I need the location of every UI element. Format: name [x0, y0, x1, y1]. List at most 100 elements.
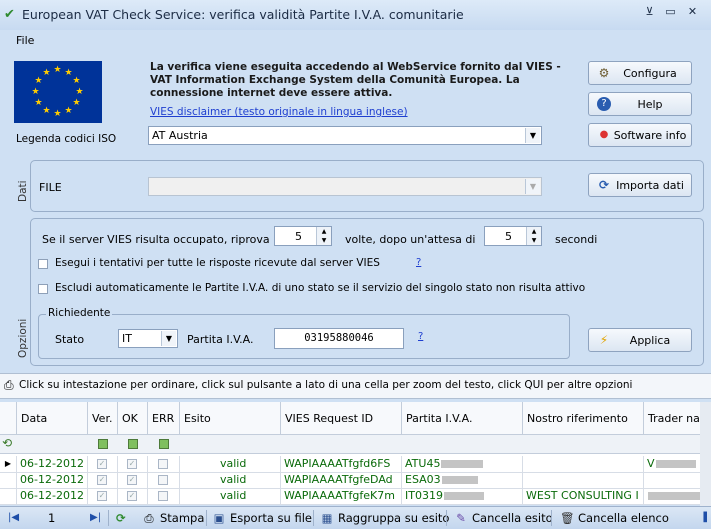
- stepper-up-icon[interactable]: ▲: [526, 227, 541, 236]
- ok-checkbox[interactable]: ✓: [127, 491, 137, 501]
- info-dot-icon: ●: [599, 129, 609, 140]
- stepper-down-icon[interactable]: ▼: [526, 236, 541, 245]
- settings-icon: ⚙: [598, 66, 610, 80]
- country-select-value: AT Austria: [152, 129, 208, 142]
- results-grid: Data Ver. OK ERR Esito VIES Request ID P…: [0, 402, 711, 505]
- app-check-icon: ✔: [4, 7, 15, 22]
- dati-group-label: Dati: [17, 180, 29, 202]
- partita-help-link[interactable]: ?: [418, 331, 423, 342]
- table-row[interactable]: 06-12-2012 ✓ ✓ valid WAPIAAAATfgfeK7m IT…: [0, 488, 711, 505]
- bottom-toolbar: |◀ 1 ▶| ⟳ ⎙ Stampa ▣ Esporta su file ▦ Ragg…: [0, 506, 711, 529]
- filter-err-checkbox[interactable]: [159, 439, 169, 449]
- err-checkbox[interactable]: [158, 459, 168, 469]
- wait-seconds-stepper[interactable]: 5 ▲ ▼: [484, 226, 542, 246]
- toolbar-divider: [313, 510, 314, 526]
- filter-ok-checkbox[interactable]: [128, 439, 138, 449]
- cancella-esito-button[interactable]: ✎ Cancella esito: [454, 511, 553, 525]
- filter-ver-checkbox[interactable]: [98, 439, 108, 449]
- redacted-block: [648, 492, 704, 500]
- option2-label: Escludi automaticamente le Partite I.V.A…: [55, 282, 586, 294]
- refresh-icon[interactable]: ⟳: [116, 511, 126, 525]
- help-icon: ?: [597, 97, 611, 111]
- stepper-down-icon[interactable]: ▼: [316, 236, 331, 245]
- column-header-riferimento[interactable]: Nostro riferimento: [523, 402, 644, 434]
- option2-checkbox[interactable]: [38, 284, 48, 294]
- page-number[interactable]: 1: [48, 511, 55, 525]
- column-header-esito[interactable]: Esito: [180, 402, 281, 434]
- toolbar-divider: [108, 510, 109, 526]
- country-select[interactable]: AT Austria ▼: [148, 126, 542, 145]
- stampa-button[interactable]: ⎙ Stampa: [142, 511, 204, 526]
- vertical-scrollbar[interactable]: [700, 402, 711, 506]
- table-row[interactable]: 06-12-2012 ✓ ✓ valid WAPIAAAATfgfeDAd ES…: [0, 472, 711, 489]
- retry-suffix-label: secondi: [555, 233, 598, 246]
- column-header-ver[interactable]: Ver.: [88, 402, 118, 434]
- filter-row: ⟲: [0, 434, 711, 454]
- software-info-button[interactable]: ● Software info: [588, 123, 692, 147]
- retry-prefix-label: Se il server VIES risulta occupato, ripr…: [42, 233, 270, 246]
- vies-disclaimer-link[interactable]: VIES disclaimer (testo originale in ling…: [150, 106, 408, 118]
- chevron-down-icon[interactable]: ▼: [525, 128, 540, 143]
- err-checkbox[interactable]: [158, 491, 168, 501]
- column-header-data[interactable]: Data: [17, 402, 88, 434]
- ver-checkbox[interactable]: ✓: [97, 459, 107, 469]
- partita-iva-label: Partita I.V.A.: [187, 333, 254, 346]
- redacted-block: [443, 492, 484, 500]
- first-page-icon[interactable]: |◀: [8, 512, 19, 523]
- grid-info-bar[interactable]: ⎙ Click su intestazione per ordinare, cl…: [0, 373, 711, 399]
- row-indicator-header: [0, 402, 17, 434]
- lightning-icon: ⚡: [599, 333, 609, 347]
- toolbar-divider: [551, 510, 552, 526]
- partita-iva-input[interactable]: 03195880046: [274, 328, 404, 349]
- importa-dati-button[interactable]: ⟳ Importa dati: [588, 173, 692, 197]
- menu-file[interactable]: File: [16, 34, 34, 47]
- stato-label: Stato: [55, 333, 85, 346]
- retry-middle-label: volte, dopo un'attesa di: [345, 233, 476, 246]
- option1-help-link[interactable]: ?: [416, 257, 421, 268]
- file-select[interactable]: ▼: [148, 177, 542, 196]
- trash-icon: 🗑: [560, 511, 575, 525]
- printer-icon: ⎙: [144, 511, 154, 525]
- redacted-block: [441, 460, 484, 468]
- help-button[interactable]: ? Help: [588, 92, 692, 116]
- ver-checkbox[interactable]: ✓: [97, 475, 107, 485]
- last-page-icon[interactable]: ▶|: [90, 512, 101, 523]
- column-header-ok[interactable]: OK: [118, 402, 148, 434]
- cancella-elenco-button[interactable]: 🗑 Cancella elenco: [560, 511, 669, 525]
- column-header-err[interactable]: ERR: [148, 402, 180, 434]
- stepper-up-icon[interactable]: ▲: [316, 227, 331, 236]
- opzioni-group-label: Opzioni: [17, 318, 29, 358]
- toolbar-divider: [446, 510, 447, 526]
- filter-refresh-icon[interactable]: ⟲: [2, 436, 12, 450]
- ver-checkbox[interactable]: ✓: [97, 491, 107, 501]
- vies-description: La verifica viene eseguita accedendo al …: [150, 61, 561, 99]
- ok-checkbox[interactable]: ✓: [127, 475, 137, 485]
- current-row-icon: ▶: [0, 456, 17, 472]
- table-row[interactable]: ▶ 06-12-2012 ✓ ✓ valid WAPIAAAATfgfd6FS …: [0, 456, 711, 473]
- err-checkbox[interactable]: [158, 475, 168, 485]
- ok-checkbox[interactable]: ✓: [127, 459, 137, 469]
- column-header-request-id[interactable]: VIES Request ID: [281, 402, 402, 434]
- applica-button[interactable]: ⚡ Applica: [588, 328, 692, 352]
- toolbar-scroll-icon[interactable]: ▐: [700, 513, 707, 523]
- options-icon[interactable]: ⎙: [4, 378, 14, 393]
- window-title: European VAT Check Service: verifica val…: [22, 7, 464, 22]
- close-icon[interactable]: ✕: [684, 5, 701, 19]
- minimize-icon[interactable]: ⊻: [641, 5, 658, 19]
- column-header-partita[interactable]: Partita I.V.A.: [402, 402, 523, 434]
- option1-checkbox[interactable]: [38, 259, 48, 269]
- esporta-button[interactable]: ▣ Esporta su file: [212, 511, 312, 525]
- chevron-down-icon[interactable]: ▼: [525, 179, 540, 194]
- file-label: FILE: [39, 181, 62, 194]
- refresh-icon: ⟳: [598, 178, 610, 192]
- raggruppa-button[interactable]: ▦ Raggruppa su esito: [320, 511, 450, 525]
- chevron-down-icon[interactable]: ▼: [161, 331, 176, 346]
- floppy-disk-icon: ▣: [213, 511, 225, 525]
- stato-select[interactable]: IT ▼: [118, 329, 178, 348]
- maximize-icon[interactable]: ▭: [662, 5, 679, 19]
- toolbar-divider: [206, 510, 207, 526]
- grid-info-text[interactable]: Click su intestazione per ordinare, clic…: [19, 379, 632, 391]
- retry-count-stepper[interactable]: 5 ▲ ▼: [274, 226, 332, 246]
- configura-button[interactable]: ⚙ Configura: [588, 61, 692, 85]
- redacted-block: [441, 476, 478, 484]
